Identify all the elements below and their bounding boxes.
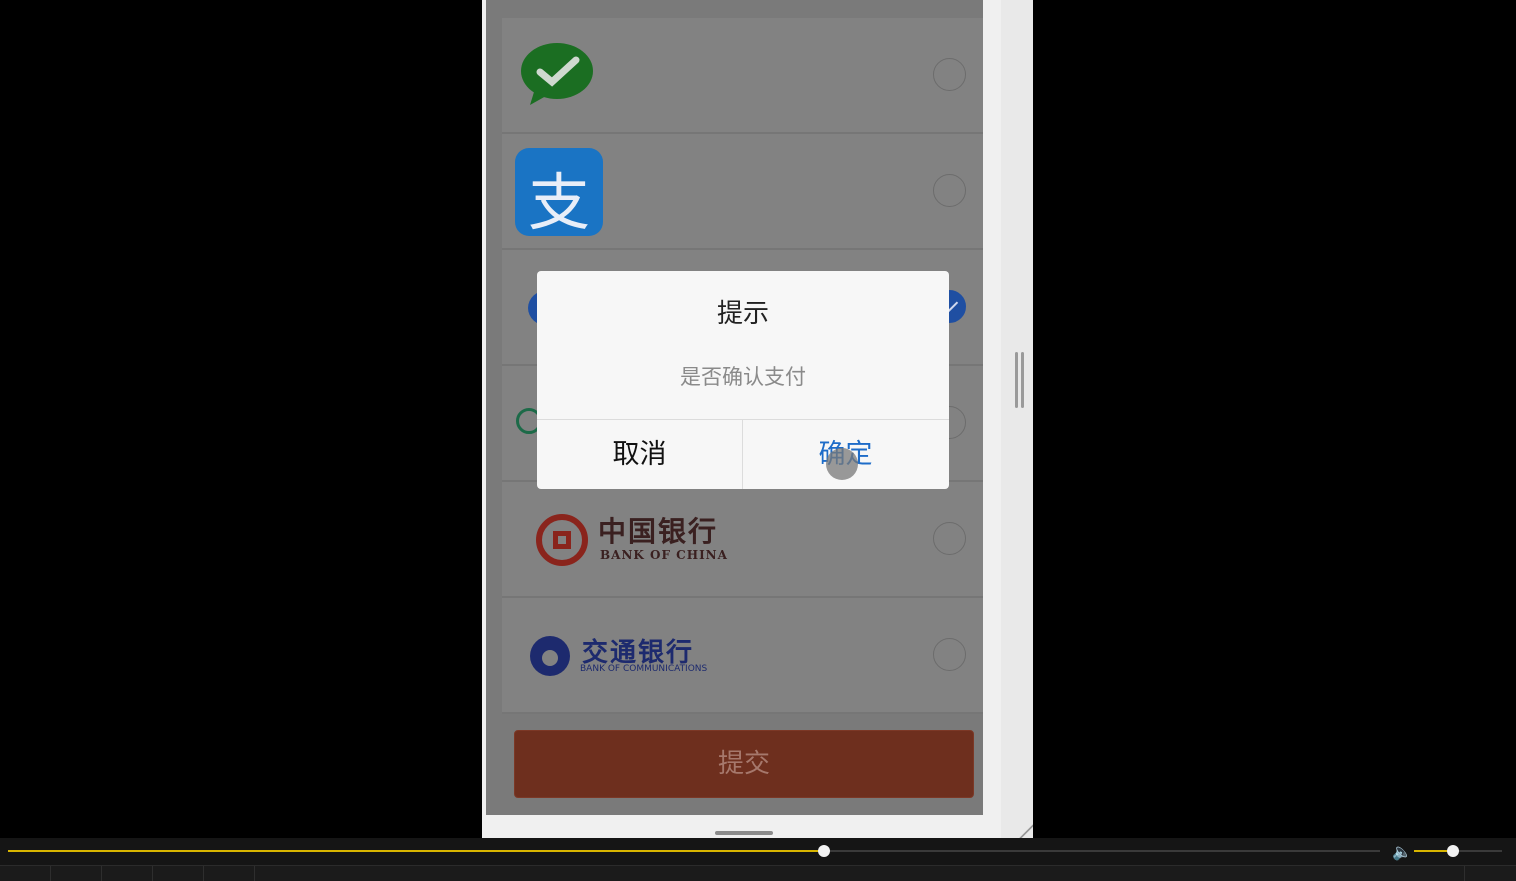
control-slot[interactable]: [101, 866, 153, 881]
bocom-icon: [530, 636, 570, 676]
volume-slider[interactable]: [1414, 845, 1502, 857]
radio-boc[interactable]: [933, 522, 966, 555]
dialog-message: 是否确认支付: [680, 365, 806, 389]
seek-handle[interactable]: [818, 845, 831, 857]
control-slot[interactable]: [203, 866, 255, 881]
control-slot[interactable]: [0, 866, 51, 881]
touch-cursor: [826, 448, 858, 480]
home-indicator: [715, 831, 773, 835]
bocom-logo-subtext: BANK OF COMMUNICATIONS: [580, 664, 708, 674]
speaker-icon[interactable]: 🔈: [1392, 842, 1412, 861]
seek-bar[interactable]: [8, 845, 1380, 857]
volume-handle[interactable]: [1446, 845, 1459, 857]
payment-option-bocom[interactable]: 交通银行 BANK OF COMMUNICATIONS: [502, 598, 983, 714]
payment-option-wechat[interactable]: [502, 18, 983, 134]
submit-button[interactable]: 提交: [514, 730, 974, 798]
control-slot[interactable]: [1464, 866, 1516, 881]
control-slot[interactable]: [152, 866, 204, 881]
wechat-pay-icon: [521, 43, 593, 105]
payment-option-alipay[interactable]: 支: [502, 134, 983, 250]
player-controls-strip: [0, 865, 1516, 881]
resize-handle[interactable]: [1015, 352, 1018, 408]
radio-alipay[interactable]: [933, 174, 966, 207]
payment-option-boc[interactable]: 中国银行 BANK OF CHINA: [502, 482, 983, 598]
alipay-icon: 支: [515, 148, 603, 239]
boc-logo-subtext: BANK OF CHINA: [600, 548, 728, 562]
boc-icon: [536, 514, 588, 566]
resize-grip-icon[interactable]: [1019, 824, 1033, 838]
emulator-side-strip: [1001, 0, 1033, 838]
control-slot[interactable]: [50, 866, 102, 881]
radio-bocom[interactable]: [933, 638, 966, 671]
video-player-bar: 🔈: [0, 838, 1516, 881]
cancel-button[interactable]: 取消: [537, 420, 742, 489]
radio-wechat[interactable]: [933, 58, 966, 91]
seek-progress: [8, 850, 825, 852]
alipay-logo-glyph: 支: [527, 166, 590, 239]
dialog-title: 提示: [716, 299, 769, 329]
boc-logo-text: 中国银行: [598, 515, 719, 548]
confirm-dialog: 提示 是否确认支付 取消 确定: [537, 271, 949, 489]
